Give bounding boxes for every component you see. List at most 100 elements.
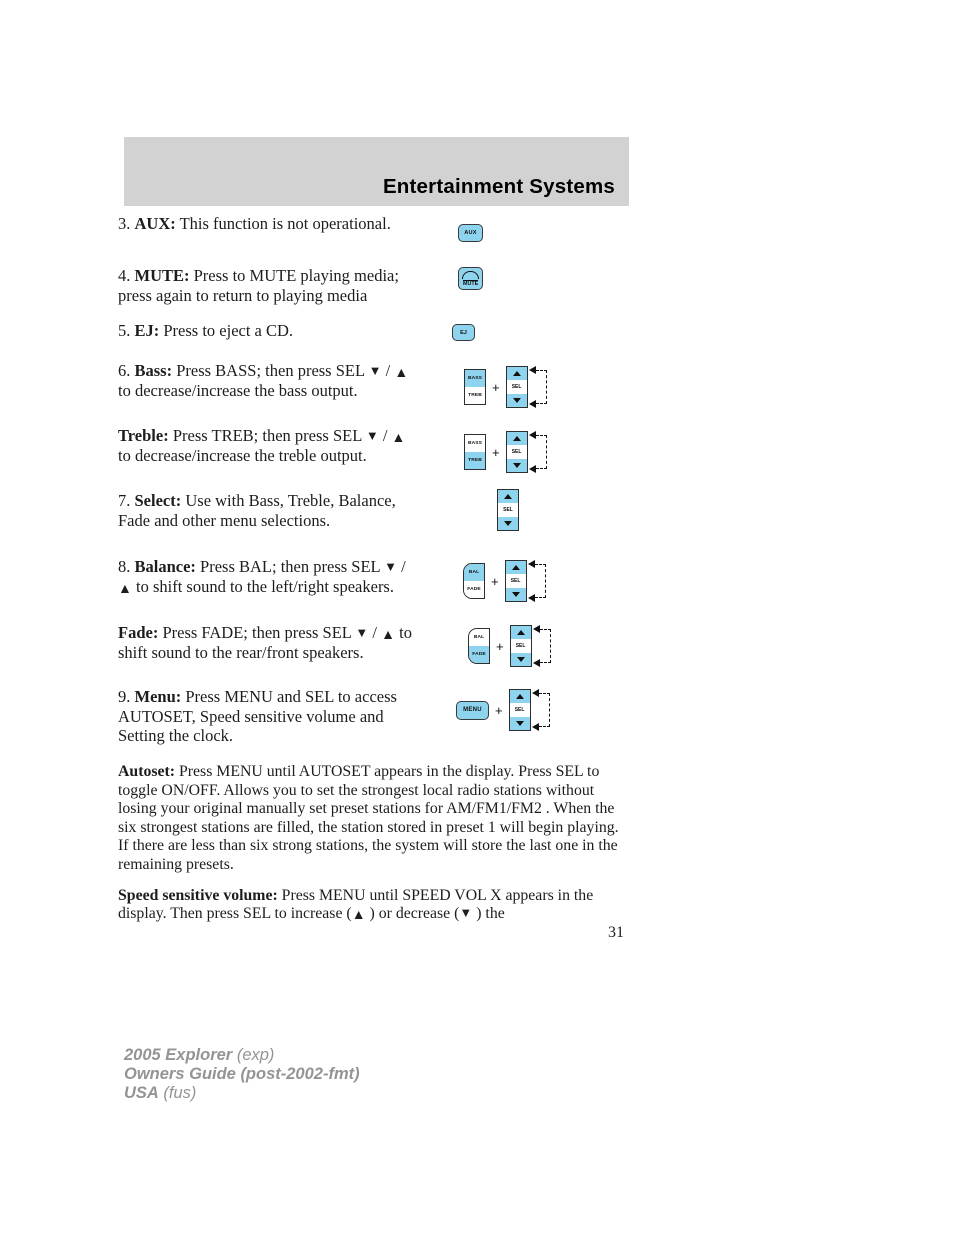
bass-treb-button-icon[interactable]: BASS TREB (464, 369, 486, 405)
bass-text-a: Press BASS; then press SEL (172, 361, 369, 380)
sel-button-icon[interactable]: SEL (505, 366, 528, 408)
eject-term: EJ: (134, 321, 160, 340)
connector-top-line (538, 693, 550, 694)
down-triangle-icon: ▼ (368, 363, 382, 378)
down-arrow-icon (512, 462, 521, 468)
bass-sep: / (381, 361, 395, 380)
mute-button-icon[interactable]: MUTE (458, 267, 483, 290)
fade-half-label: FADE (469, 646, 489, 663)
aux-button-icon[interactable]: AUX (458, 224, 483, 242)
mute-button-label: MUTE (463, 279, 479, 287)
up-arrow-icon (504, 494, 512, 500)
balance-term: Balance: (134, 557, 196, 576)
balance-description: 8. Balance: Press BAL; then press SEL ▼ … (118, 557, 418, 597)
mute-description: 4. MUTE: Press to MUTE playing media; pr… (118, 266, 418, 305)
menu-button-icon[interactable]: MENU (456, 700, 489, 720)
sel-button-icon[interactable]: SEL (509, 625, 532, 667)
down-triangle-icon: ▼ (459, 905, 473, 921)
eject-text: Press to eject a CD. (159, 321, 294, 340)
sel-up-segment[interactable] (498, 490, 518, 504)
aux-term: AUX: (134, 214, 176, 233)
connector-bottom-line (538, 726, 550, 727)
list-item-treble: Treble: Press TREB; then press SEL ▼ / ▲… (118, 426, 638, 491)
bass-treb-button-icon[interactable]: BASS TREB (464, 434, 486, 470)
fade-sep: / (368, 623, 382, 642)
list-item-select: 7. Select: Use with Bass, Treble, Balanc… (118, 489, 638, 557)
down-arrow-icon (512, 397, 521, 403)
down-arrow-icon (504, 520, 512, 526)
footer-line-1: 2005 Explorer (exp) (124, 1046, 360, 1065)
eject-art: EJ (452, 324, 632, 341)
fade-text-a: Press FADE; then press SEL (158, 623, 356, 642)
plus-sign: + (492, 379, 500, 395)
speed-volume-term: Speed sensitive volume: (118, 886, 278, 904)
up-triangle-icon: ▲ (118, 581, 132, 597)
select-art: SEL (497, 489, 677, 531)
select-term: Select: (134, 491, 182, 510)
sel-up-segment[interactable] (506, 367, 527, 381)
up-arrow-icon (512, 371, 521, 377)
autoset-text: Press MENU until AUTOSET appears in the … (118, 763, 619, 873)
sel-down-segment[interactable] (510, 652, 531, 666)
balance-sep: / (397, 557, 406, 576)
footer-line-3-rest: (fus) (158, 1084, 197, 1102)
connector-top-arrowhead-icon (532, 625, 540, 633)
sel-down-segment[interactable] (506, 458, 527, 472)
mute-term: MUTE: (134, 266, 190, 285)
up-triangle-icon: ▲ (351, 908, 366, 924)
autoset-paragraph: Autoset: Press MENU until AUTOSET appear… (118, 763, 633, 875)
aux-button-label: AUX (464, 230, 477, 236)
select-number: 7. (118, 491, 131, 510)
dashed-connector (527, 560, 548, 602)
page-header-band: Entertainment Systems (124, 137, 629, 206)
up-triangle-icon: ▲ (381, 628, 395, 643)
bal-fade-button-icon[interactable]: BAL FADE (463, 563, 485, 599)
aux-number: 3. (118, 214, 131, 233)
down-arrow-icon (516, 656, 525, 662)
up-triangle-icon: ▲ (394, 366, 409, 381)
bal-fade-button-icon[interactable]: BAL FADE (468, 628, 490, 664)
eject-button-icon[interactable]: EJ (452, 324, 475, 341)
connector-top-line (535, 435, 547, 436)
connector-bottom-arrowhead-icon (528, 400, 536, 408)
select-button-icon[interactable]: SEL (497, 489, 519, 531)
down-triangle-icon: ▼ (384, 559, 398, 574)
sel-down-segment[interactable] (506, 393, 527, 407)
sel-button-icon[interactable]: SEL (504, 560, 527, 602)
connector-bottom-arrowhead-icon (531, 723, 539, 731)
sel-button-icon[interactable]: SEL (508, 689, 531, 731)
fade-select-diagram: BAL FADE + SEL (468, 625, 648, 667)
connector-top-arrowhead-icon (527, 560, 535, 568)
sel-button-icon[interactable]: SEL (505, 431, 528, 473)
sel-up-segment[interactable] (505, 561, 526, 575)
sel-down-segment[interactable] (498, 516, 518, 530)
dashed-connector (528, 366, 549, 408)
sel-label: SEL (498, 503, 518, 517)
sel-down-segment[interactable] (509, 716, 530, 730)
sel-up-segment[interactable] (509, 690, 530, 704)
connector-top-arrowhead-icon (528, 366, 536, 374)
dashed-connector (528, 431, 549, 473)
up-arrow-icon (512, 436, 521, 442)
sel-up-segment[interactable] (506, 432, 527, 446)
bass-half-label: BASS (465, 435, 485, 452)
sel-down-segment[interactable] (505, 587, 526, 601)
footer-line-1-bold: 2005 Explorer (124, 1046, 233, 1064)
connector-top-line (535, 370, 547, 371)
connector-bottom-line (539, 662, 551, 663)
bass-select-diagram: BASS TREB + SEL (464, 366, 644, 408)
treble-term: Treble: (118, 426, 169, 445)
dashed-connector (532, 625, 553, 667)
balance-select-diagram: BAL FADE + SEL (463, 560, 643, 602)
bass-half-label: BASS (465, 370, 485, 387)
plus-sign: + (495, 702, 503, 718)
sel-label: SEL (509, 703, 530, 717)
connector-vertical-line (549, 629, 551, 663)
list-item-mute: 4. MUTE: Press to MUTE playing media; pr… (118, 266, 638, 321)
connector-bottom-arrowhead-icon (527, 594, 535, 602)
up-arrow-icon (516, 630, 525, 636)
speed-volume-text-c: ) the (472, 905, 505, 923)
connector-vertical-line (544, 564, 546, 598)
sel-up-segment[interactable] (510, 626, 531, 640)
connector-bottom-line (534, 597, 546, 598)
